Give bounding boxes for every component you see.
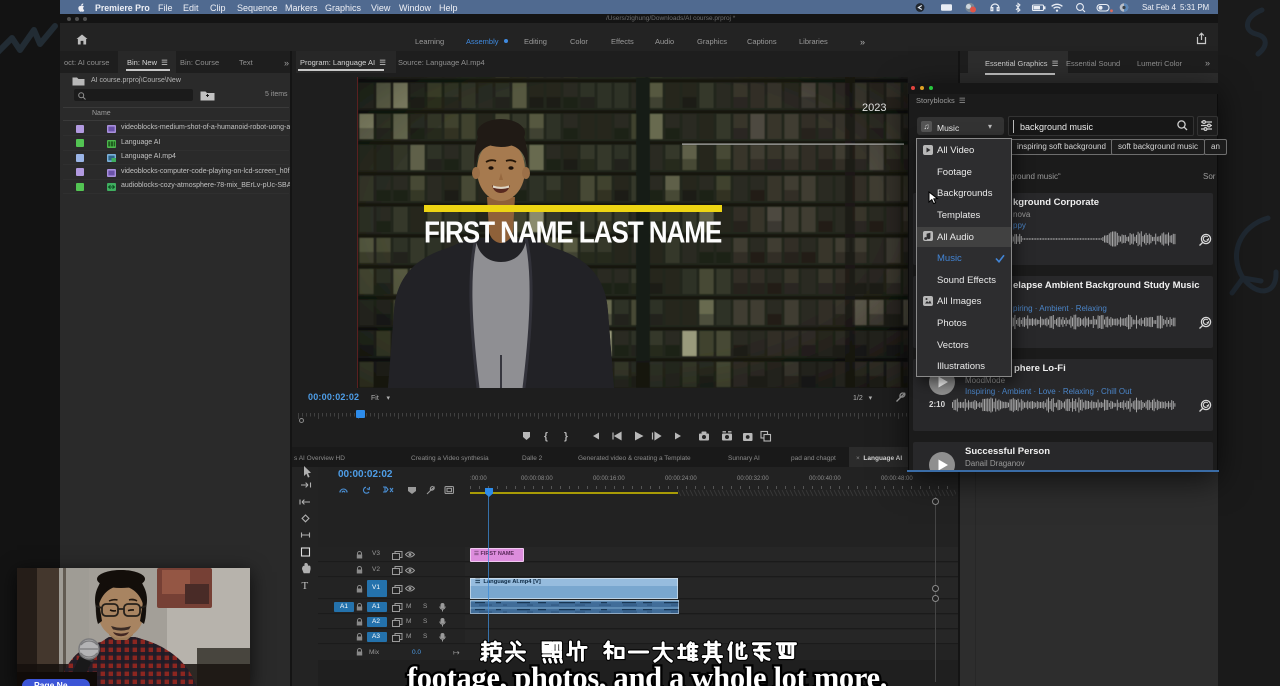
svg-text:footage, photos, and a whole l: footage, photos, and a whole lot more. (407, 661, 887, 686)
